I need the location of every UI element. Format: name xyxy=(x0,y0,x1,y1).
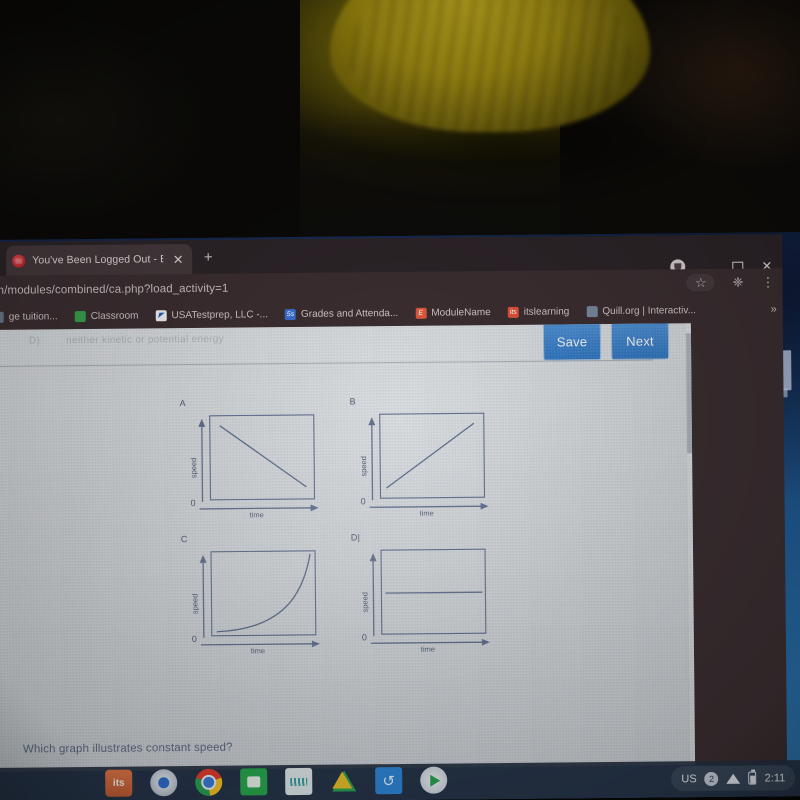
modulename-icon: E xyxy=(415,307,427,319)
svg-text:time: time xyxy=(420,509,434,517)
graph-option-d[interactable]: D| 0 speed time xyxy=(337,531,498,653)
bookmarks-overflow-icon[interactable]: » xyxy=(771,303,777,315)
usatestprep-icon: ◤ xyxy=(155,309,167,321)
close-tab-icon[interactable]: ✕ xyxy=(170,252,186,267)
graph-option-b[interactable]: B 0 speed time xyxy=(336,395,497,517)
graph-body-a: 0 speed time xyxy=(166,409,327,518)
classroom-app-icon[interactable] xyxy=(240,768,268,796)
bookmark-favicon xyxy=(0,311,4,323)
graph-row-top: A 0 speed time B 0 speed time xyxy=(166,395,497,518)
page-scrollbar-track[interactable] xyxy=(685,323,696,766)
graph-svg-d: 0 speed time xyxy=(360,548,490,653)
next-button[interactable]: Next xyxy=(610,323,670,360)
bookmark-star-icon[interactable]: ☆ xyxy=(686,273,715,292)
new-tab-icon[interactable]: + xyxy=(200,249,216,266)
graph-svg-a: 0 speed time xyxy=(189,414,319,518)
system-tray[interactable]: US 2 2:11 xyxy=(671,765,796,792)
tray-clock: 2:11 xyxy=(764,771,786,785)
svg-text:speed: speed xyxy=(360,592,369,613)
bookmark-label: itslearning xyxy=(523,305,570,318)
bookmark-label: Classroom xyxy=(90,309,139,322)
bookmark-item[interactable]: Classroom xyxy=(74,309,139,322)
blue-refresh-app-icon[interactable] xyxy=(375,766,403,795)
quill-icon xyxy=(586,305,598,317)
shelf-app-icons: its xyxy=(105,766,448,797)
photo-of-laptop-screen: You've Been Logged Out - Brain ✕ + ✕ m/m… xyxy=(0,0,800,800)
page-scrollbar-thumb[interactable] xyxy=(685,333,693,454)
svg-text:0: 0 xyxy=(362,632,367,642)
graph-svg-c: 0 speed time xyxy=(190,550,320,654)
tray-notification-badge[interactable]: 2 xyxy=(704,771,719,786)
play-store-app-icon[interactable] xyxy=(420,766,448,794)
itslearning-icon: its xyxy=(507,306,519,318)
bookmark-item[interactable]: ge tuition... xyxy=(0,311,58,323)
svg-text:0: 0 xyxy=(191,498,196,508)
graph-option-a[interactable]: A 0 speed time xyxy=(166,397,327,518)
extensions-puzzle-icon[interactable]: ❈ xyxy=(732,275,743,290)
bookmark-item[interactable]: Quill.org | Interactiv... xyxy=(586,305,696,317)
graph-body-c: 0 speed time xyxy=(167,545,328,654)
graph-label-d: D| xyxy=(350,532,361,543)
battery-icon xyxy=(748,771,757,785)
bookmark-item[interactable]: E ModuleName xyxy=(415,307,491,319)
content-divider xyxy=(0,359,654,367)
svg-text:time: time xyxy=(421,645,435,653)
tab-title: You've Been Logged Out - Brain xyxy=(32,253,164,267)
brainly-favicon xyxy=(12,254,26,268)
tray-locale-label: US xyxy=(681,772,697,785)
chrome-browser-window: You've Been Logged Out - Brain ✕ + ✕ m/m… xyxy=(0,234,788,772)
bookmark-item[interactable]: ◤ USATestprep, LLC -... xyxy=(155,309,268,321)
graph-body-d: 0 speed time xyxy=(337,543,498,653)
svg-text:speed: speed xyxy=(189,458,198,479)
chrome-app-icon[interactable] xyxy=(195,768,223,796)
question-text: Which graph illustrates constant speed? xyxy=(22,741,233,756)
graph-body-b: 0 speed time xyxy=(336,407,497,517)
graph-options-grid: A 0 speed time B 0 speed time C 0 speed … xyxy=(166,395,499,670)
address-bar-url[interactable]: m/modules/combined/ca.php?load_activity=… xyxy=(0,283,228,297)
bookmark-label: USATestprep, LLC -... xyxy=(171,308,269,321)
google-drive-app-icon[interactable] xyxy=(330,767,357,794)
svg-text:speed: speed xyxy=(359,456,368,477)
grades-icon: 5s xyxy=(284,308,297,320)
omnibox-actions: ☆ ❈ ⋮ xyxy=(686,273,775,292)
previous-option-text: neither kinetic or potential energy xyxy=(66,333,225,347)
bookmark-label: ModuleName xyxy=(431,306,491,319)
svg-text:0: 0 xyxy=(192,634,197,644)
action-buttons: Save Next xyxy=(542,323,670,361)
svg-text:speed: speed xyxy=(190,594,199,615)
camera-app-icon[interactable] xyxy=(150,769,178,797)
previous-option-letter: D) xyxy=(28,335,41,347)
bookmark-label: Grades and Attenda... xyxy=(300,307,399,320)
svg-text:time: time xyxy=(251,646,265,654)
browser-menu-icon[interactable]: ⋮ xyxy=(761,274,774,289)
graph-label-b: B xyxy=(349,396,356,407)
graph-option-c[interactable]: C 0 speed time xyxy=(167,533,328,654)
itslearning-app-icon[interactable]: its xyxy=(105,769,133,797)
teal-app-icon[interactable] xyxy=(285,767,313,796)
web-page-content: D) neither kinetic or potential energy Sa… xyxy=(0,323,696,772)
wifi-icon xyxy=(726,773,741,784)
graph-label-a: A xyxy=(179,398,186,409)
browser-tab[interactable]: You've Been Logged Out - Brain ✕ xyxy=(6,243,193,276)
graph-row-bottom: C 0 speed time D| 0 speed time xyxy=(167,531,498,654)
classroom-icon xyxy=(74,310,86,322)
save-button[interactable]: Save xyxy=(542,323,602,361)
svg-text:time: time xyxy=(250,510,264,518)
previous-question-remnant: D) neither kinetic or potential energy xyxy=(29,334,224,347)
bookmark-item[interactable]: 5s Grades and Attenda... xyxy=(284,307,399,320)
laptop-screen: You've Been Logged Out - Brain ✕ + ✕ m/m… xyxy=(0,232,800,800)
bookmark-label: ge tuition... xyxy=(8,310,58,323)
graph-svg-b: 0 speed time xyxy=(359,412,489,517)
bookmark-label: Quill.org | Interactiv... xyxy=(602,304,696,317)
dark-area-left xyxy=(0,0,300,250)
bookmark-item[interactable]: its itslearning xyxy=(507,305,570,318)
chromeos-shelf: its US 2 2:11 xyxy=(0,760,800,800)
svg-text:0: 0 xyxy=(360,496,365,506)
graph-label-c: C xyxy=(180,534,188,545)
